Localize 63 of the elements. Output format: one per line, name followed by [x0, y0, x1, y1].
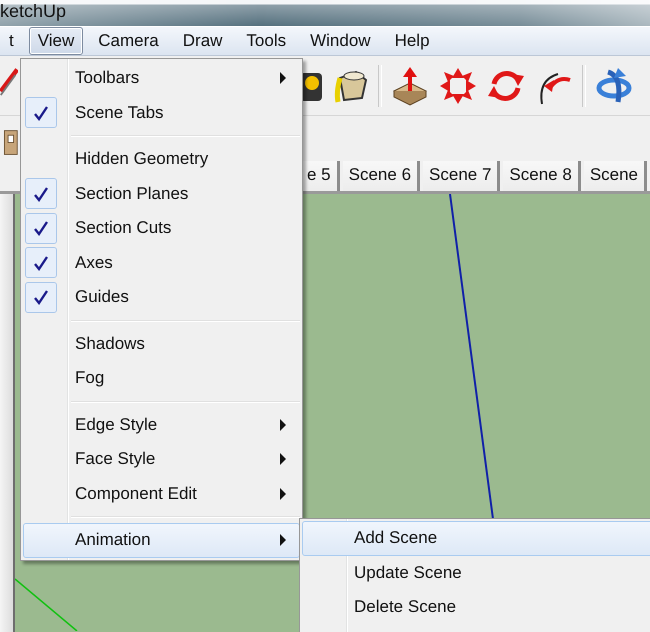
axis-line	[15, 578, 78, 631]
menu-item[interactable]: Draw	[174, 27, 232, 55]
checkbox[interactable]	[25, 247, 57, 278]
menu-item-label: Toolbars	[74, 68, 140, 88]
orbit-icon[interactable]	[594, 66, 634, 106]
check-icon[interactable]	[33, 104, 49, 121]
submenu-arrow-icon[interactable]	[280, 72, 286, 84]
menu-item-label: Delete Scene	[353, 597, 456, 618]
window-title: ketchUp	[0, 1, 66, 21]
menu-item[interactable]: Fog	[23, 361, 300, 396]
menu-item-label: Hidden Geometry	[74, 149, 208, 170]
menu-item[interactable]: Scene Tabs	[23, 96, 300, 130]
menu-item[interactable]: Component Edit	[23, 476, 300, 511]
menu-item[interactable]: Camera	[89, 27, 168, 55]
menu-item[interactable]: Tools	[237, 27, 296, 55]
menu-item[interactable]: Section Planes	[23, 176, 300, 211]
menu-item-label: Section Planes	[74, 184, 188, 204]
checkbox[interactable]	[25, 212, 57, 244]
menu-item[interactable]: Axes	[23, 246, 300, 280]
menu-item[interactable]: Section Cuts	[23, 211, 300, 246]
menu-item[interactable]: Hidden Geometry	[23, 142, 300, 176]
menu-item-label: Animation	[74, 530, 151, 550]
menu-item-label: Fog	[74, 368, 104, 388]
submenu-arrow-icon[interactable]	[280, 488, 286, 500]
move-icon[interactable]	[438, 66, 478, 106]
submenu-arrow-icon[interactable]	[280, 453, 286, 466]
menu-item[interactable]: Update Scene	[302, 556, 650, 590]
checkbox[interactable]	[25, 282, 57, 313]
check-icon[interactable]	[33, 289, 49, 306]
check-icon[interactable]	[33, 254, 49, 271]
checkbox[interactable]	[25, 97, 57, 128]
check-icon[interactable]	[33, 220, 49, 236]
menu-item[interactable]: Delete Scene	[302, 590, 650, 624]
menu-item-label: Edge Style	[74, 414, 158, 435]
menu-item[interactable]: Edge Style	[23, 408, 300, 442]
menu-item-label: Axes	[74, 252, 113, 273]
scene-tab[interactable]: Scene 8	[503, 161, 581, 191]
menu-item-label: Shadows	[74, 334, 145, 354]
menu-item[interactable]: Toolbars	[23, 61, 300, 96]
menu-item-label: Section Cuts	[74, 218, 172, 238]
menu-item[interactable]: Shadows	[23, 326, 300, 361]
menu-item[interactable]: Window	[301, 27, 380, 55]
menu-item-label: Component Edit	[74, 484, 197, 504]
menu-item-label: Guides	[74, 287, 129, 308]
menu-item[interactable]: Guides	[23, 280, 300, 314]
submenu-arrow-icon[interactable]	[280, 534, 286, 546]
submenu-arrow-icon[interactable]	[280, 418, 286, 431]
menu-item[interactable]: Animation	[23, 523, 300, 558]
menu-item[interactable]: View	[28, 27, 84, 55]
menu-item-label: Add Scene	[353, 528, 438, 548]
scene-tab[interactable]: Scene 7	[423, 161, 500, 191]
scene-tab[interactable]: Scene	[584, 161, 648, 191]
checkbox[interactable]	[25, 178, 57, 210]
menu-item[interactable]: Face Style	[23, 442, 300, 476]
menu-item[interactable]: Help	[386, 27, 439, 55]
menu-item[interactable]: t	[0, 27, 23, 55]
check-icon[interactable]	[33, 186, 49, 202]
menu-item[interactable]: Add Scene	[302, 521, 650, 556]
menu-item-label: Face Style	[74, 449, 156, 470]
menu-item-label: Update Scene	[353, 562, 462, 583]
scene-tab[interactable]: e 5	[301, 161, 340, 191]
menu-item-label: Scene Tabs	[74, 102, 164, 123]
scene-tab[interactable]: Scene 6	[342, 161, 420, 191]
